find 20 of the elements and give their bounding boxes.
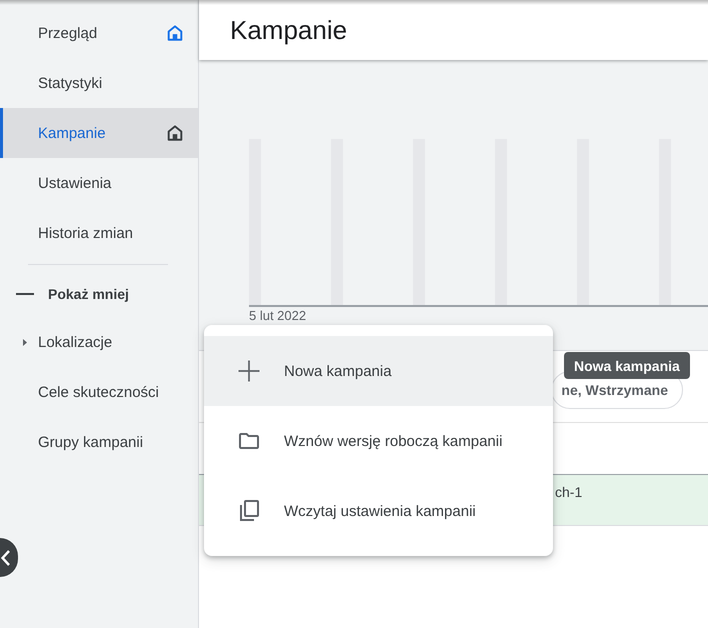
table-cell: ch-1 — [555, 484, 582, 500]
nav-item[interactable]: Grupy kampanii — [0, 417, 198, 467]
show-less-button[interactable]: Pokaż mniej — [0, 271, 198, 317]
copy-icon — [237, 499, 261, 523]
nav-item[interactable]: Historia zmian — [0, 208, 198, 258]
nav-item[interactable]: Lokalizacje — [0, 317, 198, 367]
page-title: Kampanie — [230, 14, 348, 46]
menu-item[interactable]: Wczytaj ustawienia kampanii — [204, 476, 553, 546]
nav-item[interactable]: Przegląd — [0, 8, 198, 58]
minus-icon — [16, 293, 34, 295]
nav-item[interactable]: Ustawienia — [0, 158, 198, 208]
nav-item[interactable]: Statystyki — [0, 58, 198, 108]
menu-item[interactable]: Nowa kampania — [204, 336, 553, 406]
tooltip: Nowa kampania — [564, 352, 690, 379]
menu-item[interactable]: Wznów wersję roboczą kampanii — [204, 406, 553, 476]
date-label: 5 lut 2022 — [249, 309, 306, 323]
nav-item[interactable]: Kampanie — [0, 108, 198, 158]
nav-item[interactable]: Cele skuteczności — [0, 367, 198, 417]
plus-icon — [237, 359, 261, 383]
chevron-left-icon — [1, 550, 10, 566]
